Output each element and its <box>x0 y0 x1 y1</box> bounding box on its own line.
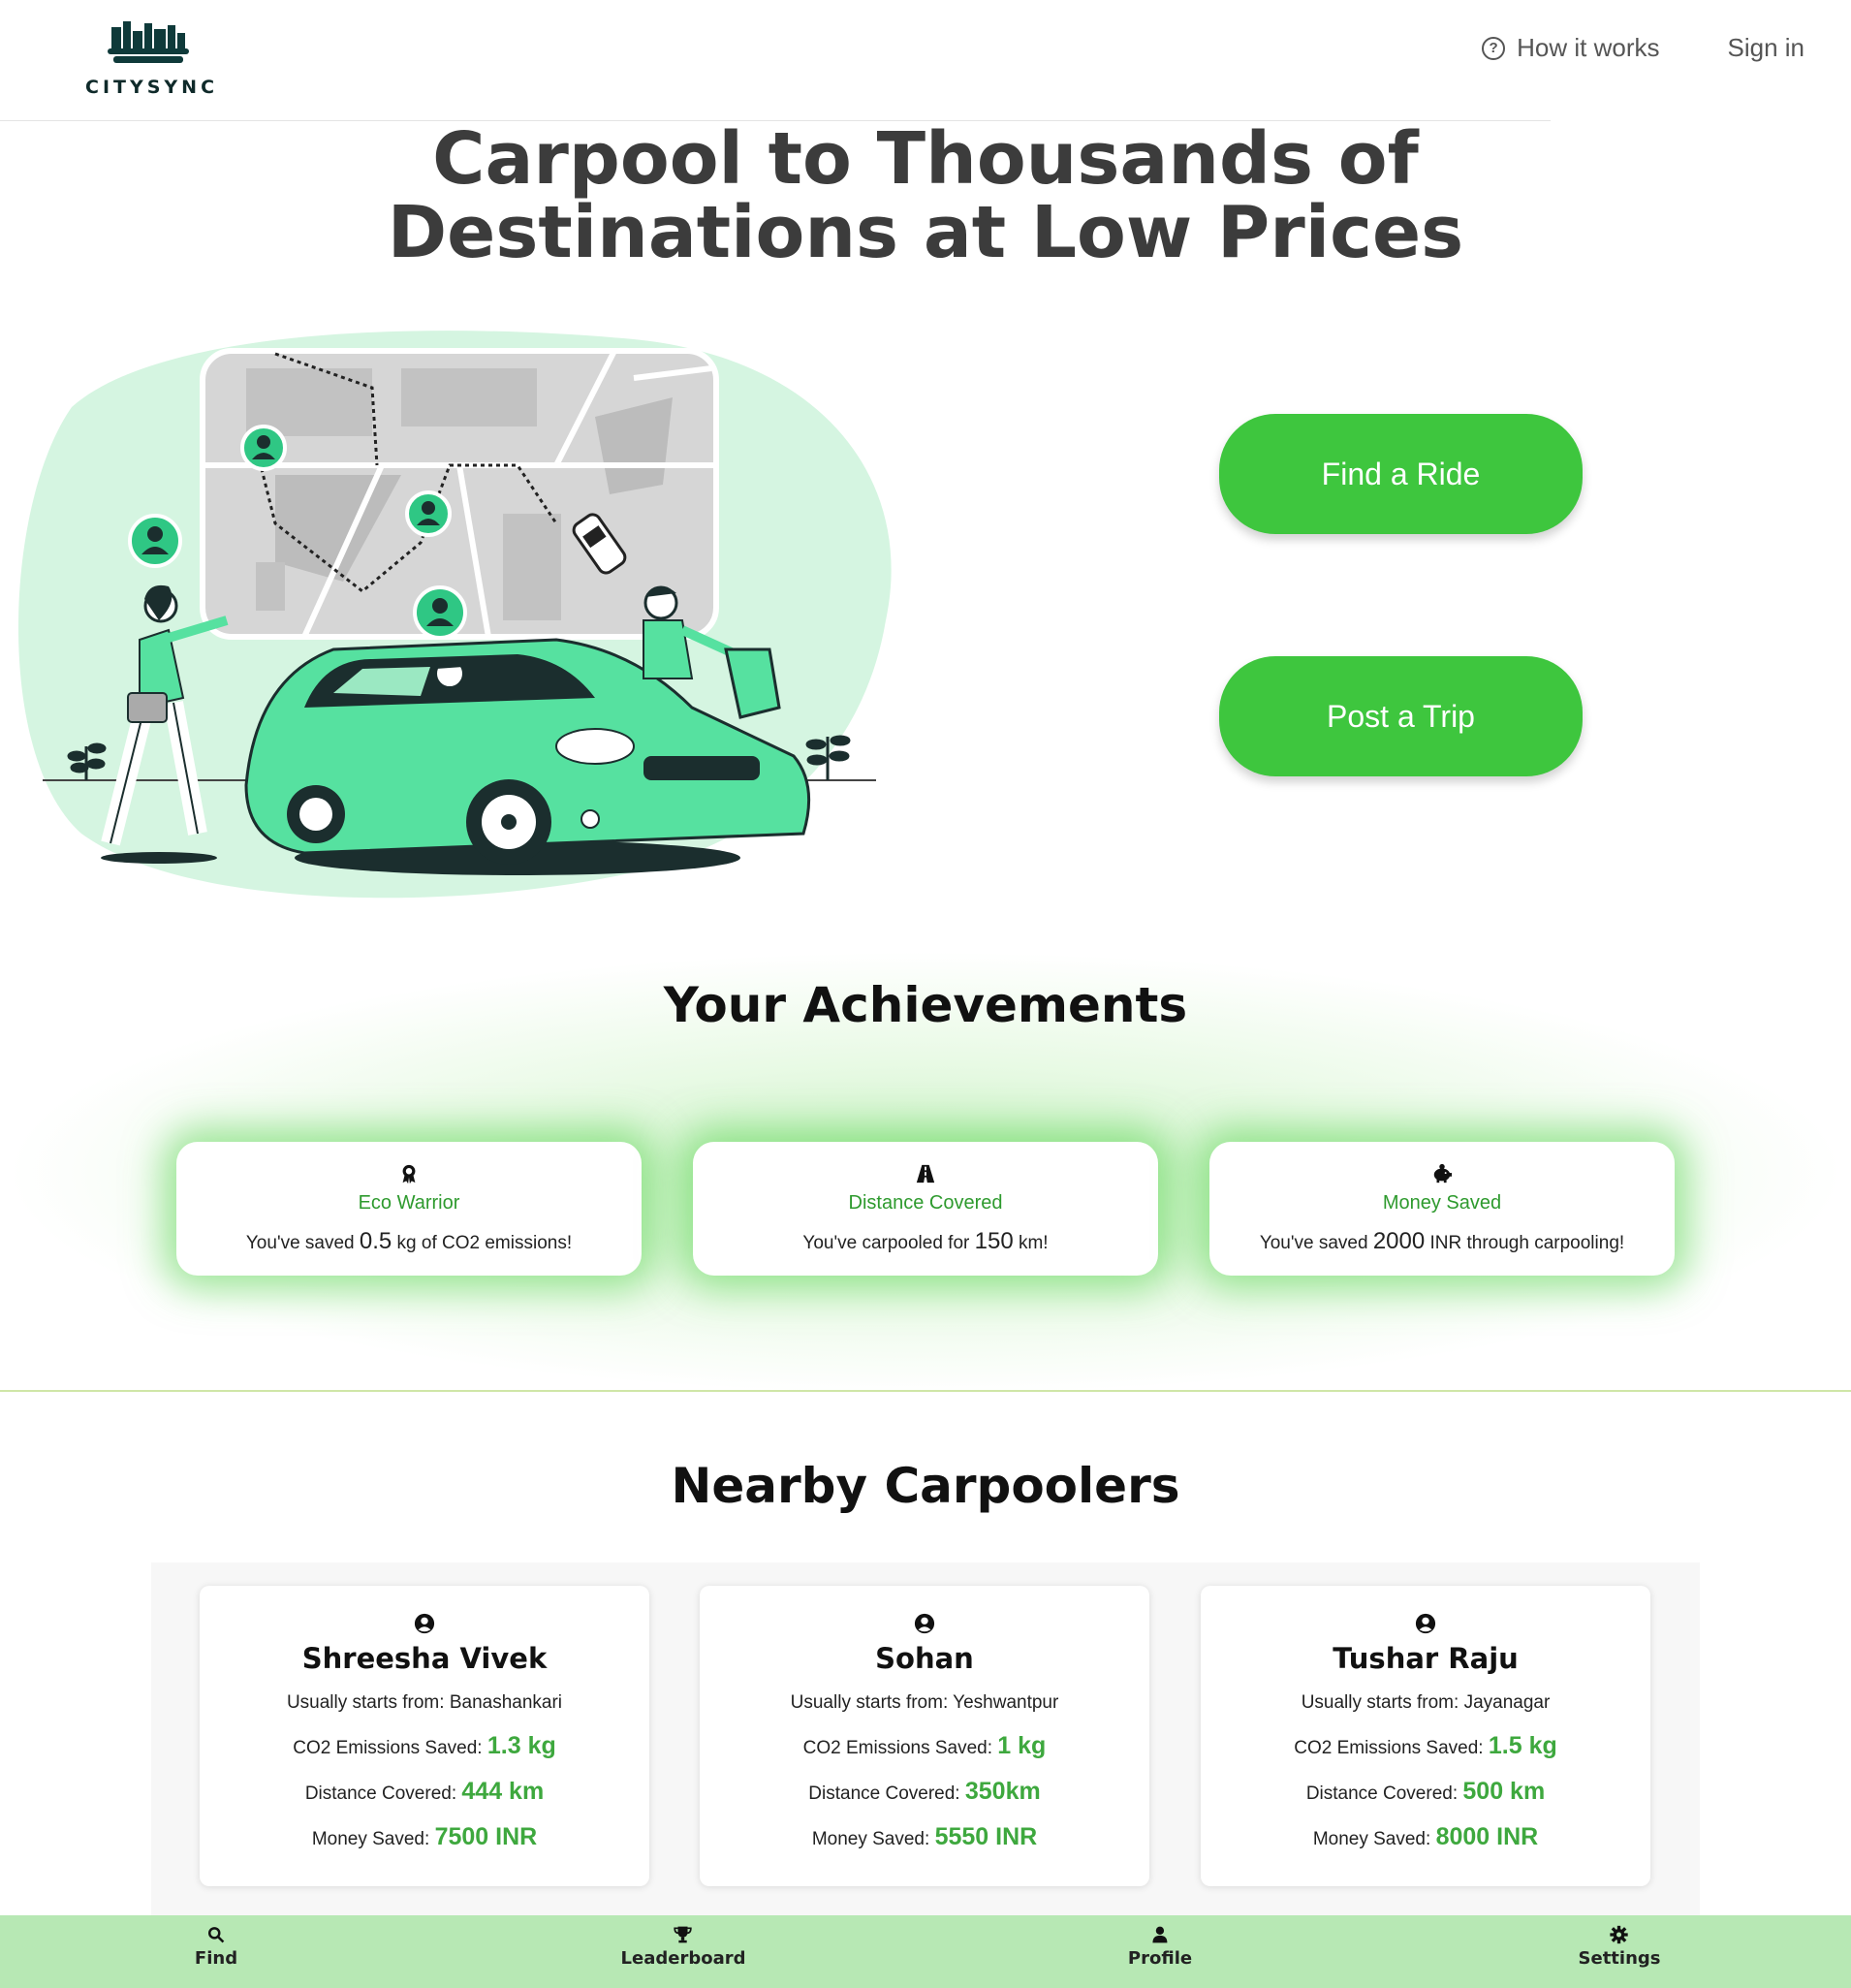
how-it-works-link[interactable]: ? How it works <box>1482 33 1660 63</box>
carpooler-co2: CO2 Emissions Saved: 1.3 kg <box>200 1731 649 1763</box>
road-icon <box>916 1164 935 1183</box>
money-value: 7500 INR <box>434 1823 538 1850</box>
hero-title-line-2: Destinations at Low Prices <box>387 191 1464 274</box>
carpooler-start: Usually starts from: Yeshwantpur <box>700 1688 1149 1718</box>
achievement-title: Money Saved <box>1382 1192 1502 1214</box>
user-circle-icon <box>1415 1613 1436 1634</box>
money-label: Money Saved: <box>811 1829 935 1849</box>
nav-leaderboard[interactable]: Leaderboard <box>620 1925 746 1969</box>
achievement-prefix: You've carpooled for <box>802 1233 975 1253</box>
co2-label: CO2 Emissions Saved: <box>802 1738 998 1758</box>
achievement-value: 150 <box>974 1228 1014 1254</box>
achievement-title: Distance Covered <box>848 1192 1003 1214</box>
award-icon <box>402 1164 416 1184</box>
carpool-illustration <box>18 331 892 899</box>
achievement-text: You've saved 2000 INR through carpooling… <box>1209 1228 1675 1255</box>
achievement-prefix: You've saved <box>245 1233 360 1253</box>
money-value: 5550 INR <box>934 1823 1038 1850</box>
carpoolers-title: Nearby Carpoolers <box>671 1458 1180 1514</box>
user-icon <box>1152 1926 1168 1943</box>
distance-label: Distance Covered: <box>1305 1783 1463 1804</box>
find-ride-button[interactable]: Find a Ride <box>1219 414 1583 534</box>
nav-settings[interactable]: Settings <box>1578 1925 1661 1969</box>
distance-value: 500 km <box>1462 1778 1546 1805</box>
carpooler-money: Money Saved: 7500 INR <box>200 1822 649 1854</box>
user-circle-icon <box>914 1613 935 1634</box>
achievement-prefix: You've saved <box>1259 1233 1373 1253</box>
money-label: Money Saved: <box>1312 1829 1436 1849</box>
logo[interactable]: CITYSYNC <box>85 21 219 98</box>
carpooler-start: Usually starts from: Banashankari <box>200 1688 649 1718</box>
start-label: Usually starts from: <box>1301 1692 1464 1713</box>
city-skyline-icon <box>108 21 189 63</box>
achievement-card-distance: Distance Covered You've carpooled for 15… <box>693 1142 1158 1276</box>
achievement-value: 2000 <box>1372 1228 1426 1254</box>
bottom-nav: Find Leaderboard Profile Settings <box>0 1915 1851 1988</box>
start-value: Yeshwantpur <box>953 1692 1059 1713</box>
question-circle-icon: ? <box>1482 36 1506 60</box>
carpooler-co2: CO2 Emissions Saved: 1 kg <box>700 1731 1149 1763</box>
piggy-bank-icon <box>1433 1163 1453 1183</box>
sign-in-link[interactable]: Sign in <box>1728 33 1805 63</box>
achievement-suffix: INR through carpooling! <box>1425 1233 1625 1253</box>
distance-value: 444 km <box>461 1778 545 1805</box>
carpooler-distance: Distance Covered: 444 km <box>200 1777 649 1809</box>
co2-label: CO2 Emissions Saved: <box>1294 1738 1489 1758</box>
sign-in-label: Sign in <box>1727 33 1805 62</box>
distance-label: Distance Covered: <box>808 1783 965 1804</box>
start-value: Jayanagar <box>1463 1692 1551 1713</box>
co2-value: 1.3 kg <box>486 1732 556 1759</box>
nav-leaderboard-label: Leaderboard <box>620 1948 746 1969</box>
trophy-icon <box>674 1926 693 1943</box>
top-nav: ? How it works Sign in <box>1482 33 1804 63</box>
nav-profile[interactable]: Profile <box>1128 1925 1192 1969</box>
achievement-text: You've carpooled for 150 km! <box>693 1228 1158 1255</box>
achievement-card-money: Money Saved You've saved 2000 INR throug… <box>1209 1142 1675 1276</box>
start-label: Usually starts from: <box>286 1692 450 1713</box>
carpooler-distance: Distance Covered: 350km <box>700 1777 1149 1809</box>
user-circle-icon <box>414 1613 435 1634</box>
carpooler-co2: CO2 Emissions Saved: 1.5 kg <box>1201 1731 1650 1763</box>
money-value: 8000 INR <box>1435 1823 1539 1850</box>
nav-find-label: Find <box>194 1948 238 1969</box>
money-label: Money Saved: <box>311 1829 435 1849</box>
carpooler-start: Usually starts from: Jayanagar <box>1201 1688 1650 1718</box>
achievement-text: You've saved 0.5 kg of CO2 emissions! <box>176 1228 642 1255</box>
achievement-suffix: km! <box>1013 1233 1049 1253</box>
nav-find[interactable]: Find <box>195 1925 237 1969</box>
carpooler-card[interactable]: Tushar Raju Usually starts from: Jayanag… <box>1201 1586 1650 1886</box>
carpooler-card[interactable]: Shreesha Vivek Usually starts from: Bana… <box>200 1586 649 1886</box>
carpooler-name: Tushar Raju <box>1333 1642 1519 1675</box>
carpooler-money: Money Saved: 5550 INR <box>700 1822 1149 1854</box>
post-trip-button[interactable]: Post a Trip <box>1219 656 1583 776</box>
achievements-title: Your Achievements <box>663 977 1188 1033</box>
carpooler-money: Money Saved: 8000 INR <box>1201 1822 1650 1854</box>
co2-value: 1 kg <box>997 1732 1047 1759</box>
logo-text: CITYSYNC <box>85 77 219 98</box>
carpooler-name: Shreesha Vivek <box>301 1642 548 1675</box>
co2-value: 1.5 kg <box>1488 1732 1557 1759</box>
achievement-card-eco-warrior: Eco Warrior You've saved 0.5 kg of CO2 e… <box>176 1142 642 1276</box>
co2-label: CO2 Emissions Saved: <box>293 1738 487 1758</box>
start-label: Usually starts from: <box>790 1692 954 1713</box>
distance-value: 350km <box>964 1778 1041 1805</box>
nav-profile-label: Profile <box>1127 1948 1193 1969</box>
how-it-works-label: How it works <box>1517 33 1660 62</box>
start-value: Banashankari <box>449 1692 563 1713</box>
nav-settings-label: Settings <box>1578 1948 1661 1969</box>
search-icon <box>208 1927 225 1943</box>
hero-title-line-1: Carpool to Thousands of <box>432 117 1419 201</box>
achievement-title: Eco Warrior <box>358 1192 460 1214</box>
achievement-value: 0.5 <box>359 1228 392 1254</box>
carpooler-distance: Distance Covered: 500 km <box>1201 1777 1650 1809</box>
section-divider <box>0 1390 1851 1392</box>
carpooler-card[interactable]: Sohan Usually starts from: Yeshwantpur C… <box>700 1586 1149 1886</box>
carpooler-name: Sohan <box>875 1642 974 1675</box>
hero-title: Carpool to Thousands of Destinations at … <box>0 122 1851 269</box>
achievement-suffix: kg of CO2 emissions! <box>392 1233 573 1253</box>
distance-label: Distance Covered: <box>304 1783 462 1804</box>
gear-icon <box>1610 1925 1629 1944</box>
